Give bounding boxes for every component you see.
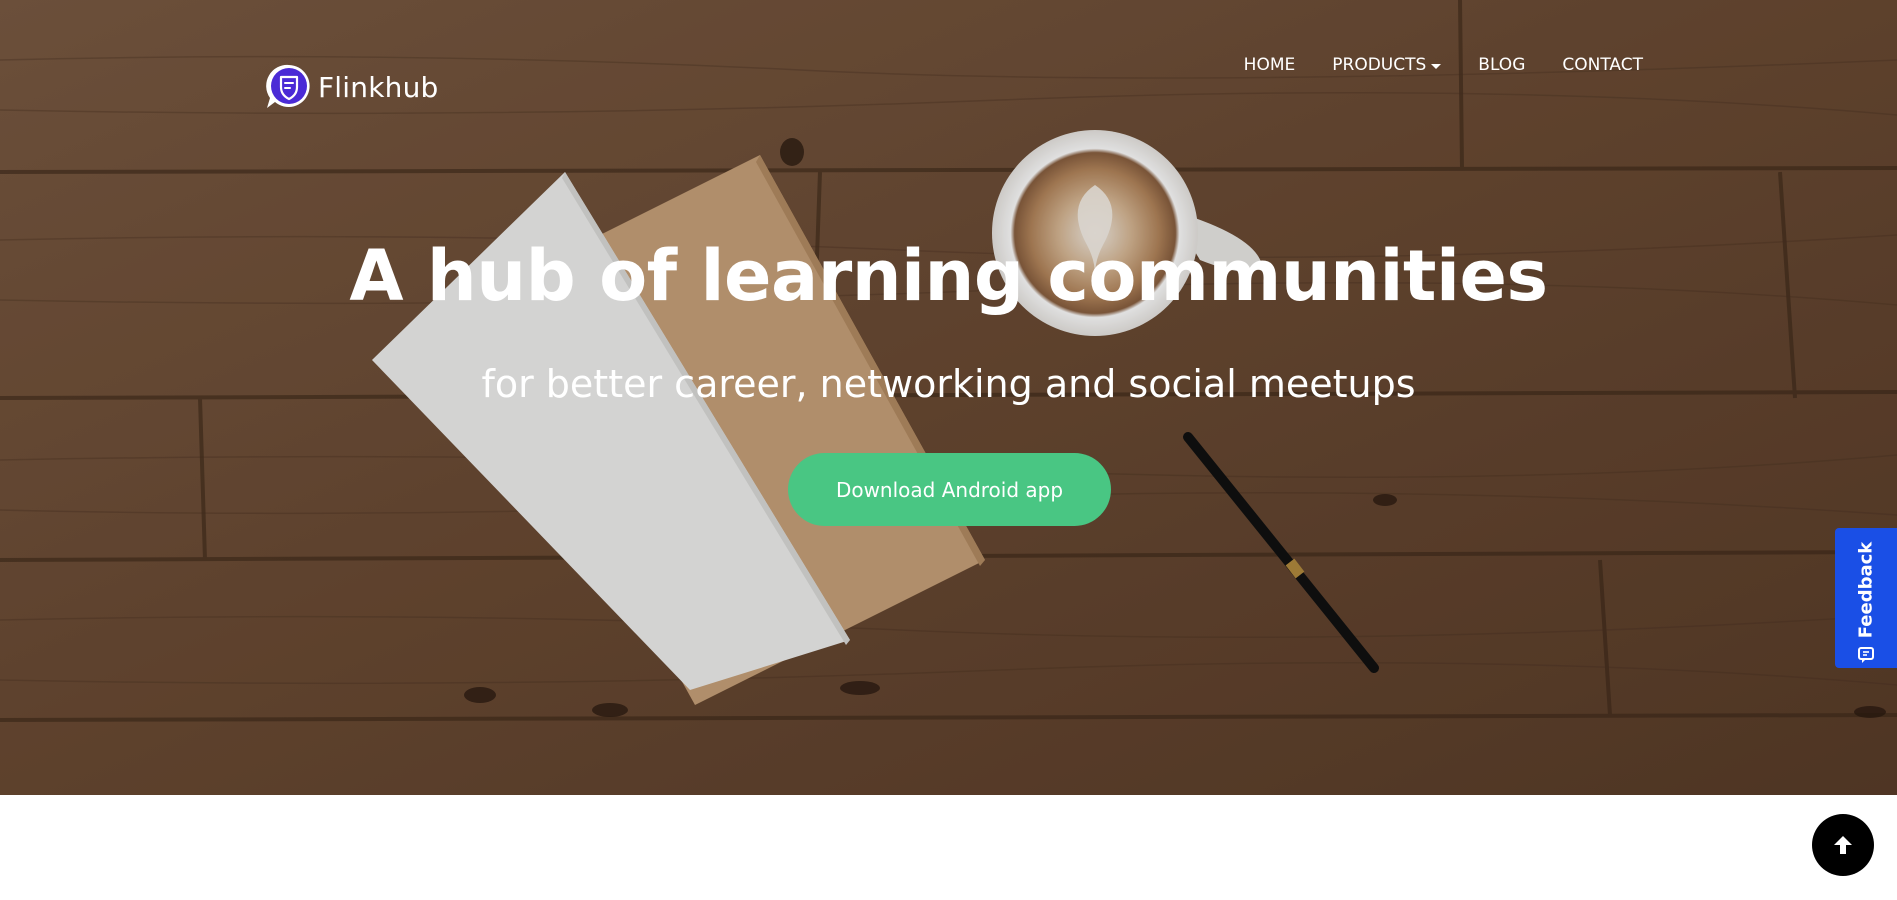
download-android-app-button[interactable]: Download Android app — [788, 453, 1111, 526]
feedback-tab[interactable]: Feedback — [1835, 528, 1897, 668]
brand-logo[interactable]: Flinkhub — [264, 62, 439, 112]
scroll-to-top-button[interactable] — [1812, 814, 1874, 876]
nav-home-label: HOME — [1243, 55, 1296, 75]
main-nav: HOME PRODUCTS BLOG CONTACT — [1244, 55, 1643, 75]
nav-blog[interactable]: BLOG — [1478, 55, 1525, 75]
nav-blog-label: BLOG — [1478, 55, 1526, 75]
feedback-label: Feedback — [1855, 541, 1877, 639]
hero-section: Flinkhub HOME PRODUCTS BLOG CONTACT A hu… — [0, 0, 1897, 795]
hero-title: A hub of learning communities — [349, 235, 1548, 317]
brand-name: Flinkhub — [318, 70, 439, 104]
nav-contact-label: CONTACT — [1562, 55, 1643, 75]
nav-home[interactable]: HOME — [1244, 55, 1296, 75]
hero-subtitle: for better career, networking and social… — [481, 362, 1416, 406]
feedback-icon — [1858, 647, 1874, 663]
arrow-up-icon — [1834, 836, 1852, 854]
nav-products[interactable]: PRODUCTS — [1332, 55, 1442, 75]
caret-down-icon — [1431, 63, 1442, 69]
nav-products-label: PRODUCTS — [1332, 55, 1427, 75]
chat-bubble-shield-icon — [266, 64, 310, 108]
nav-contact[interactable]: CONTACT — [1562, 55, 1643, 75]
